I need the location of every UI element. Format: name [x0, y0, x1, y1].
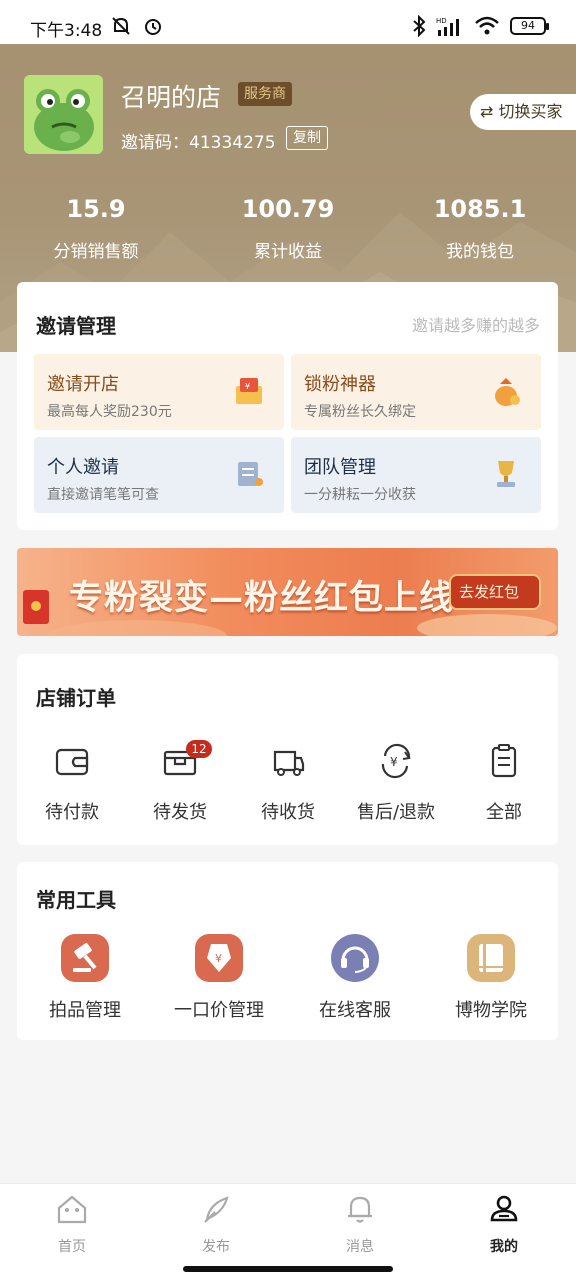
clipboard-icon — [491, 744, 517, 778]
svg-text:HD: HD — [436, 17, 447, 25]
stat-wallet[interactable]: 1085.1 我的钱包 — [384, 195, 576, 262]
orders-title: 店铺订单 — [36, 686, 116, 710]
stat-value: 15.9 — [66, 195, 126, 223]
tile-lock-fans[interactable]: 锁粉神器 专属粉丝长久绑定 — [291, 354, 541, 430]
bell-icon — [348, 1196, 372, 1223]
order-label: 待发货 — [153, 802, 207, 823]
tab-home[interactable]: 首页 — [42, 1192, 102, 1256]
stat-value: 1085.1 — [433, 195, 527, 223]
tab-label: 发布 — [202, 1239, 230, 1255]
avatar[interactable] — [24, 75, 103, 154]
tab-publish[interactable]: 发布 — [186, 1192, 246, 1256]
tile-title: 团队管理 — [304, 457, 376, 478]
stat-value: 100.79 — [241, 195, 335, 223]
invite-title: 邀请管理 — [36, 314, 116, 338]
user-icon — [490, 1195, 518, 1222]
tile-team-management[interactable]: 团队管理 一分耕耘一分收获 — [291, 437, 541, 513]
tile-invite-shop[interactable]: 邀请开店 最高每人奖励230元 ¥ — [34, 354, 284, 430]
tile-subtitle: 专属粉丝长久绑定 — [304, 404, 416, 420]
order-label: 售后/退款 — [356, 802, 436, 823]
trophy-icon — [497, 461, 515, 487]
tab-mine[interactable]: 我的 — [474, 1192, 534, 1256]
tool-label: 拍品管理 — [49, 1000, 121, 1021]
svg-text:¥: ¥ — [245, 382, 250, 391]
tile-personal-invite[interactable]: 个人邀请 直接邀请笔笔可查 — [34, 437, 284, 513]
tools-title: 常用工具 — [36, 888, 116, 912]
money-bag-icon — [495, 378, 520, 406]
stat-sales[interactable]: 15.9 分销销售额 — [0, 195, 192, 262]
send-red-packet-button[interactable]: 去发红包 — [449, 574, 541, 610]
tile-subtitle: 直接邀请笔笔可查 — [47, 487, 159, 503]
tool-museum-academy[interactable]: 博物学院 — [444, 934, 538, 1022]
tool-fixed-price-management[interactable]: ¥ 一口价管理 — [162, 934, 276, 1022]
switch-buyer-button[interactable]: ⇄ 切换买家 — [470, 94, 576, 130]
bluetooth-icon — [413, 15, 426, 37]
copy-button[interactable]: 复制 — [286, 126, 328, 150]
alarm-icon — [145, 19, 161, 35]
stat-earnings[interactable]: 100.79 累计收益 — [192, 195, 384, 262]
order-label: 待付款 — [45, 802, 99, 823]
banner-headline: 专粉裂变—粉丝红包上线 — [69, 578, 454, 618]
order-label: 全部 — [486, 802, 522, 823]
order-label: 待收货 — [261, 802, 315, 823]
invite-card: 邀请管理 邀请越多赚的越多 邀请开店 最高每人奖励230元 ¥ 锁粉神器 专属粉… — [17, 282, 558, 530]
tool-auction-management[interactable]: 拍品管理 — [38, 934, 132, 1022]
mute-bell-icon — [112, 17, 130, 35]
wifi-icon — [475, 16, 499, 35]
book-icon — [467, 934, 515, 982]
tile-subtitle: 最高每人奖励230元 — [47, 404, 172, 420]
battery-indicator: 94 — [510, 17, 549, 35]
order-pending-receipt[interactable]: 待收货 — [248, 742, 328, 824]
tile-subtitle: 一分耕耘一分收获 — [304, 487, 416, 503]
invite-hint: 邀请越多赚的越多 — [411, 316, 540, 335]
stat-label: 累计收益 — [254, 242, 322, 262]
tab-label: 我的 — [490, 1239, 518, 1255]
publish-icon — [204, 1196, 229, 1223]
order-pending-payment[interactable]: 待付款 — [32, 742, 112, 824]
shop-name: 召明的店 — [121, 83, 222, 112]
provider-badge: 服务商 — [238, 82, 292, 106]
tool-label: 在线客服 — [319, 1000, 391, 1021]
tile-title: 邀请开店 — [47, 374, 119, 395]
tool-online-support[interactable]: 在线客服 — [308, 934, 402, 1022]
home-icon — [57, 1195, 87, 1224]
tab-label: 首页 — [58, 1239, 86, 1255]
status-bar: 下午3:48 HD 94 — [0, 0, 576, 44]
tab-label: 消息 — [346, 1239, 374, 1255]
status-time: 下午3:48 — [30, 21, 103, 41]
stat-label: 分销销售额 — [53, 242, 139, 262]
gift-envelope-icon: ¥ — [236, 378, 262, 404]
order-after-sales[interactable]: ¥ 售后/退款 — [346, 742, 446, 824]
svg-text:¥: ¥ — [215, 952, 222, 965]
svg-text:¥: ¥ — [390, 755, 398, 769]
red-packet-banner[interactable]: 专粉裂变—粉丝红包上线 去发红包 — [17, 548, 558, 636]
frog-avatar-icon — [24, 75, 103, 154]
pending-shipment-badge: 12 — [186, 740, 212, 758]
tab-messages[interactable]: 消息 — [330, 1192, 390, 1256]
truck-icon — [273, 750, 305, 776]
home-indicator[interactable] — [183, 1266, 393, 1272]
tile-title: 个人邀请 — [47, 457, 119, 478]
tool-label: 博物学院 — [455, 1000, 527, 1021]
gavel-icon — [61, 934, 109, 982]
stat-label: 我的钱包 — [446, 242, 514, 262]
price-tag-icon: ¥ — [195, 934, 243, 982]
bottom-tab-bar: 首页 发布 消息 我的 — [0, 1183, 576, 1258]
order-all[interactable]: 全部 — [464, 742, 544, 824]
scroll-icon — [238, 462, 263, 486]
signal-icon: HD — [436, 17, 459, 36]
wallet-icon — [55, 748, 89, 776]
home-indicator-bar — [0, 1258, 576, 1280]
refund-icon: ¥ — [381, 743, 411, 779]
invite-code: 邀请码：41334275 — [121, 133, 276, 153]
tool-label: 一口价管理 — [174, 1000, 264, 1021]
headset-icon — [331, 934, 379, 982]
tile-title: 锁粉神器 — [304, 374, 376, 395]
